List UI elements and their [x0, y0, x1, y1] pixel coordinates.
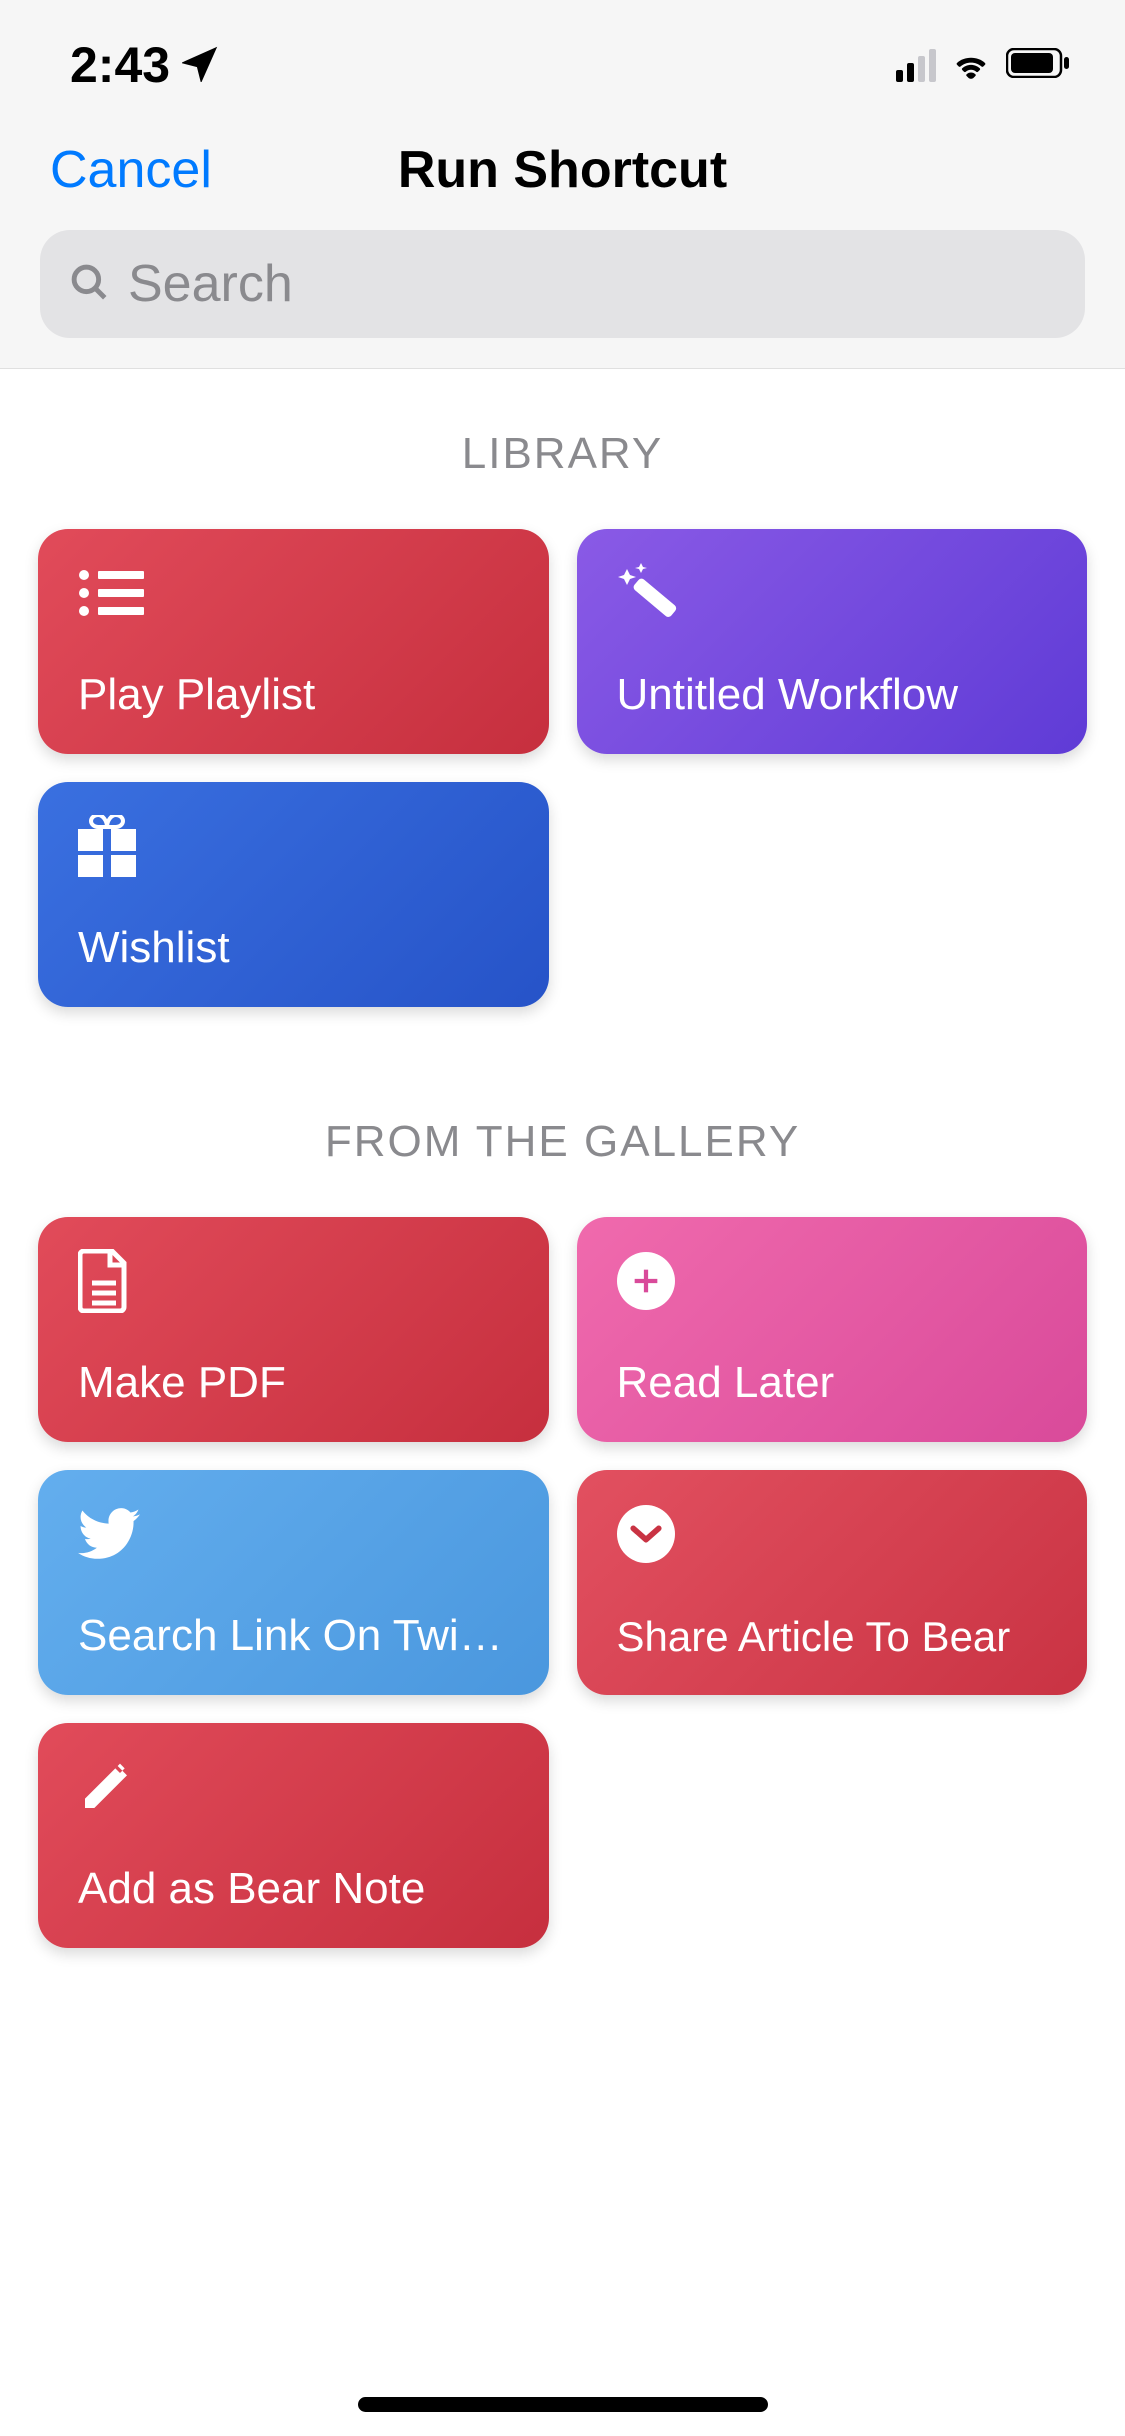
nav-bar: Cancel Run Shortcut [0, 110, 1125, 230]
list-icon [78, 563, 509, 623]
tile-label: Untitled Workflow [617, 670, 1048, 720]
shortcut-tile-add-bear-note[interactable]: Add as Bear Note [38, 1723, 549, 1948]
status-left: 2:43 [70, 36, 218, 94]
cancel-button[interactable]: Cancel [50, 140, 212, 200]
status-bar: 2:43 [0, 0, 1125, 110]
section-title-library: LIBRARY [38, 429, 1087, 479]
header: 2:43 Cancel Run Shortcut [0, 0, 1125, 369]
pencil-icon [78, 1757, 509, 1817]
shortcut-tile-make-pdf[interactable]: Make PDF [38, 1217, 549, 1442]
section-title-gallery: FROM THE GALLERY [38, 1117, 1087, 1167]
tile-label: Play Playlist [78, 670, 509, 720]
search-container [0, 230, 1125, 368]
wand-icon [617, 563, 1048, 623]
twitter-icon [78, 1504, 509, 1564]
shortcut-tile-read-later[interactable]: Read Later [577, 1217, 1088, 1442]
search-field[interactable] [40, 230, 1085, 338]
tile-label: Add as Bear Note [78, 1864, 509, 1914]
status-right [896, 47, 1070, 84]
tile-label: Read Later [617, 1358, 1048, 1408]
tile-label: Share Article To Bear [617, 1613, 1048, 1661]
search-icon [68, 261, 110, 308]
library-grid: Play Playlist Untitled Workflow Wishlist [38, 529, 1087, 1007]
wifi-icon [950, 47, 992, 84]
shortcut-tile-untitled-workflow[interactable]: Untitled Workflow [577, 529, 1088, 754]
tile-label: Search Link On Twi… [78, 1611, 509, 1661]
gallery-grid: Make PDF Read Later Search Link On Twi… … [38, 1217, 1087, 1948]
battery-icon [1006, 48, 1070, 83]
tile-label: Wishlist [78, 923, 509, 973]
shortcut-tile-search-link-twitter[interactable]: Search Link On Twi… [38, 1470, 549, 1695]
shortcut-tile-play-playlist[interactable]: Play Playlist [38, 529, 549, 754]
page-title: Run Shortcut [398, 140, 727, 200]
chevron-down-circle-icon [617, 1504, 1048, 1564]
shortcut-tile-share-article-bear[interactable]: Share Article To Bear [577, 1470, 1088, 1695]
document-icon [78, 1251, 509, 1311]
plus-circle-icon [617, 1251, 1048, 1311]
cellular-icon [896, 49, 936, 82]
home-indicator[interactable] [358, 2397, 768, 2412]
content: LIBRARY Play Playlist Untitled Workflow … [0, 369, 1125, 1948]
gift-icon [78, 816, 509, 876]
location-icon [182, 36, 218, 94]
tile-label: Make PDF [78, 1358, 509, 1408]
shortcut-tile-wishlist[interactable]: Wishlist [38, 782, 549, 1007]
search-input[interactable] [128, 254, 1057, 314]
status-time: 2:43 [70, 36, 170, 94]
